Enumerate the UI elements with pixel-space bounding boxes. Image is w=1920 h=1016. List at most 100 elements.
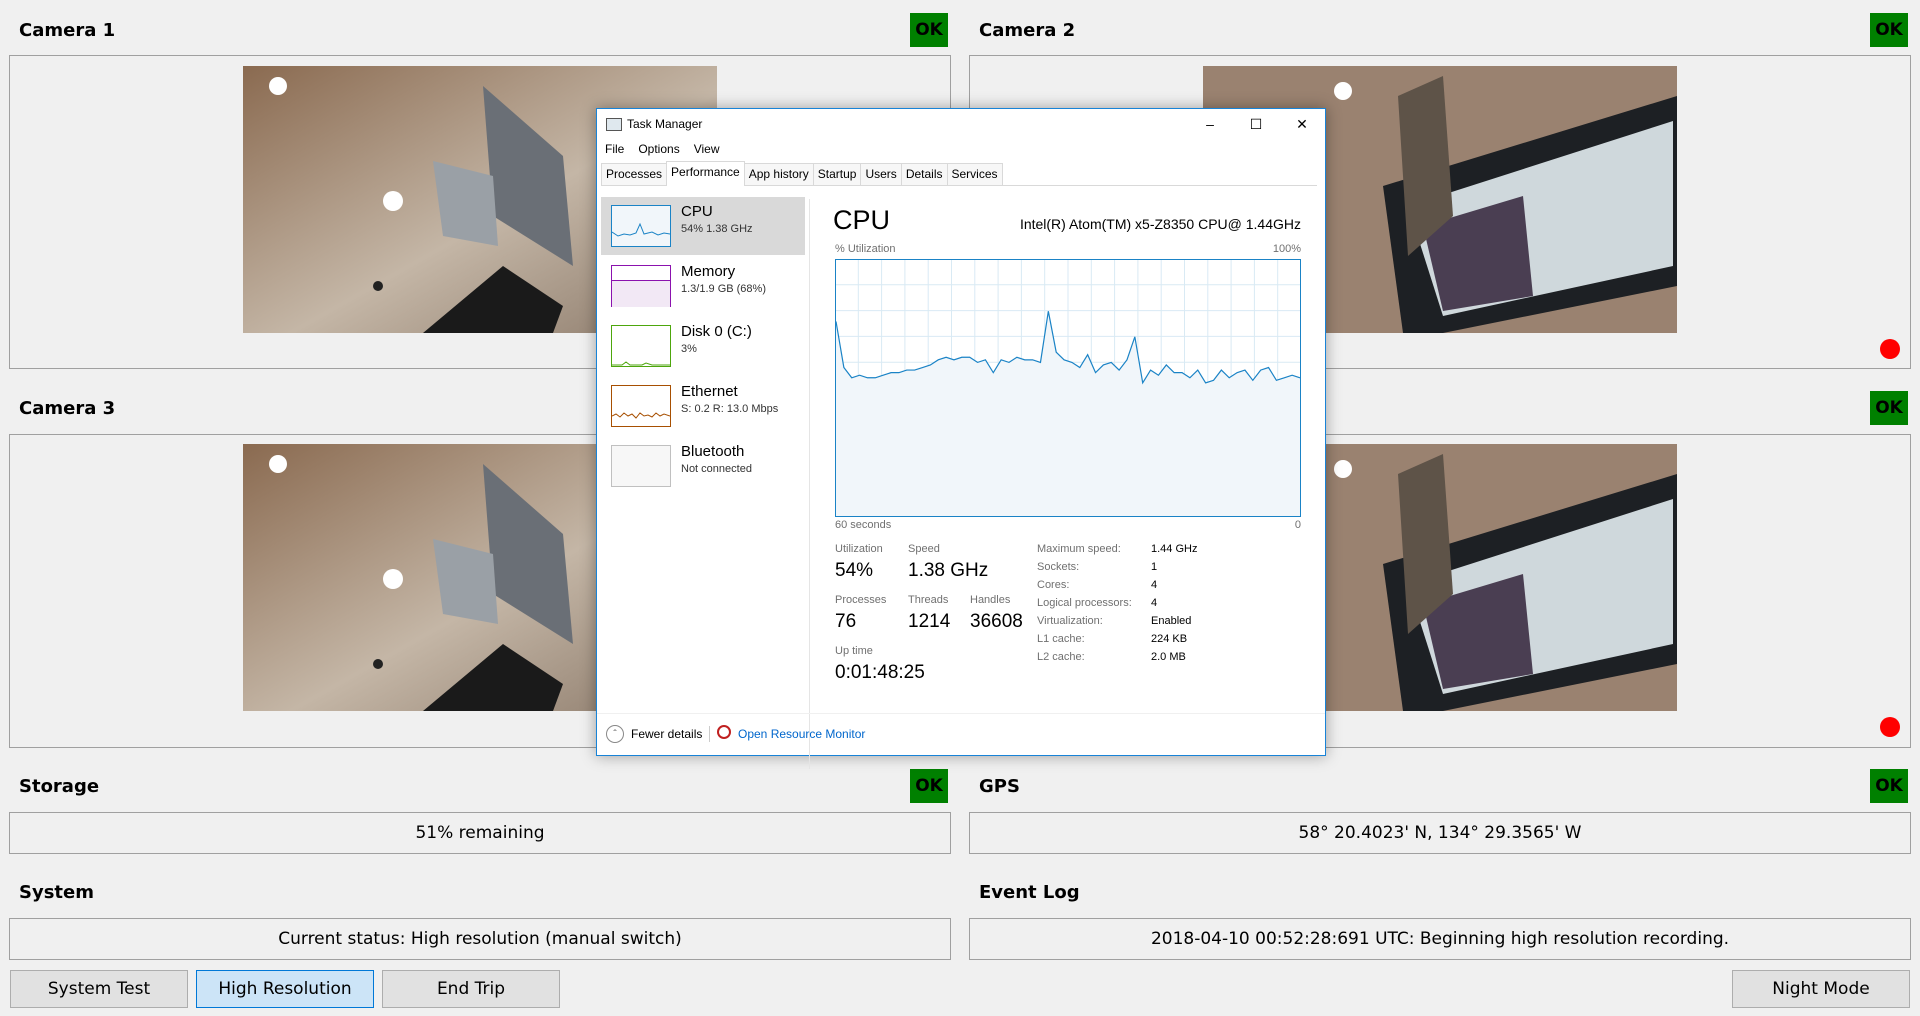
storage-title: Storage (19, 776, 100, 797)
open-resource-monitor-link[interactable]: Open Resource Monitor (738, 727, 865, 741)
sidebar-memory-label: Memory (681, 263, 736, 280)
sidebar-item-cpu[interactable]: CPU 54% 1.38 GHz (601, 197, 805, 255)
tab-startup[interactable]: Startup (812, 163, 862, 185)
event-log-value: 2018-04-10 00:52:28:691 UTC: Beginning h… (969, 918, 1911, 960)
chevron-up-icon[interactable]: ˆ (606, 725, 624, 743)
tab-app-history[interactable]: App history (743, 163, 814, 185)
spec-value: Enabled (1151, 615, 1192, 627)
close-icon[interactable]: ✕ (1279, 109, 1325, 139)
ethernet-thumbnail (611, 385, 671, 427)
spec-key: Cores: (1037, 579, 1070, 591)
sidebar-disk-sub: 3% (681, 343, 697, 355)
system-test-button[interactable]: System Test (10, 970, 188, 1008)
sidebar-item-ethernet[interactable]: Ethernet S: 0.2 R: 13.0 Mbps (601, 377, 805, 435)
tab-performance[interactable]: Performance (666, 161, 745, 186)
end-trip-button[interactable]: End Trip (382, 970, 560, 1008)
time-axis-zero-label: 0 (1294, 519, 1301, 531)
cpu-utilization-graph (835, 259, 1301, 517)
utilization-value: 54% (835, 560, 874, 581)
system-status-value: Current status: High resolution (manual … (9, 918, 951, 960)
sidebar-ethernet-label: Ethernet (681, 383, 738, 400)
storage-status-badge: OK (910, 769, 948, 803)
memory-thumbnail (611, 265, 671, 307)
bluetooth-thumbnail (611, 445, 671, 487)
spec-key: Maximum speed: (1037, 543, 1121, 555)
fewer-details-link[interactable]: Fewer details (631, 727, 702, 741)
camera-2-recording-indicator (1880, 339, 1900, 359)
task-manager-footer: ˆ Fewer details Open Resource Monitor (597, 713, 1325, 754)
camera-4-status-badge: OK (1870, 391, 1908, 425)
utilization-label: Utilization (835, 543, 883, 555)
spec-value: 4 (1151, 597, 1158, 609)
footer-separator (709, 726, 710, 742)
utilization-axis-label: % Utilization (835, 243, 896, 255)
tab-users[interactable]: Users (860, 163, 902, 185)
sidebar-ethernet-sub: S: 0.2 R: 13.0 Mbps (681, 403, 779, 415)
sidebar-memory-sub: 1.3/1.9 GB (68%) (681, 283, 766, 295)
handles-value: 36608 (970, 611, 1023, 632)
minimize-icon[interactable]: – (1187, 109, 1233, 139)
time-axis-label: 60 seconds (835, 519, 892, 531)
processes-label: Processes (835, 594, 887, 606)
threads-value: 1214 (908, 611, 951, 632)
threads-label: Threads (908, 594, 949, 606)
processes-value: 76 (835, 611, 857, 632)
panel-divider (809, 199, 810, 769)
tab-processes[interactable]: Processes (601, 163, 668, 185)
gps-value: 58° 20.4023' N, 134° 29.3565' W (969, 812, 1911, 854)
uptime-label: Up time (835, 645, 873, 657)
cpu-model: Intel(R) Atom(TM) x5-Z8350 CPU@ 1.44GHz (1019, 216, 1301, 232)
camera-2-status-badge: OK (1870, 13, 1908, 47)
sidebar-bluetooth-label: Bluetooth (681, 443, 745, 460)
storage-value: 51% remaining (9, 812, 951, 854)
spec-key: Sockets: (1037, 561, 1080, 573)
camera-3-title: Camera 3 (19, 398, 116, 419)
spec-value: 1 (1151, 561, 1158, 573)
spec-key: L1 cache: (1037, 633, 1085, 645)
sidebar-bluetooth-sub: Not connected (681, 463, 752, 475)
event-log-title: Event Log (979, 882, 1080, 903)
cpu-heading: CPU (833, 205, 891, 235)
spec-key: L2 cache: (1037, 651, 1085, 663)
high-resolution-button[interactable]: High Resolution (196, 970, 374, 1008)
task-manager-titlebar[interactable]: Task Manager – ☐ ✕ (597, 109, 1325, 139)
gps-status-badge: OK (1870, 769, 1908, 803)
task-manager-icon (606, 118, 622, 131)
sidebar-item-memory[interactable]: Memory 1.3/1.9 GB (68%) (601, 257, 805, 315)
sidebar-cpu-label: CPU (681, 203, 713, 220)
performance-sidebar: CPU 54% 1.38 GHz Memory 1.3/1.9 GB (68%)… (601, 197, 805, 697)
spec-key: Virtualization: (1037, 615, 1103, 627)
system-title: System (19, 882, 94, 903)
task-manager-tabs: Processes Performance App history Startu… (601, 161, 1317, 186)
spec-value: 224 KB (1151, 633, 1188, 645)
camera-4-recording-indicator (1880, 717, 1900, 737)
sidebar-item-disk[interactable]: Disk 0 (C:) 3% (601, 317, 805, 375)
menu-view[interactable]: View (694, 142, 720, 156)
night-mode-button[interactable]: Night Mode (1732, 970, 1910, 1008)
camera-1-status-badge: OK (910, 13, 948, 47)
tab-details[interactable]: Details (900, 163, 948, 185)
camera-1-title: Camera 1 (19, 20, 116, 41)
task-manager-title: Task Manager (627, 117, 703, 131)
spec-value: 2.0 MB (1151, 651, 1186, 663)
spec-value: 1.44 GHz (1151, 543, 1198, 555)
task-manager-menubar: File Options View (605, 142, 720, 156)
speed-value: 1.38 GHz (908, 560, 989, 581)
spec-key: Logical processors: (1037, 597, 1132, 609)
maximize-icon[interactable]: ☐ (1233, 109, 1279, 139)
camera-2-title: Camera 2 (979, 20, 1076, 41)
menu-options[interactable]: Options (638, 142, 679, 156)
uptime-value: 0:01:48:25 (835, 662, 925, 683)
utilization-max-label: 100% (1272, 243, 1301, 255)
speed-label: Speed (908, 543, 940, 555)
disk-thumbnail (611, 325, 671, 367)
sidebar-item-bluetooth[interactable]: Bluetooth Not connected (601, 437, 805, 495)
cpu-thumbnail (611, 205, 671, 247)
sidebar-cpu-sub: 54% 1.38 GHz (681, 223, 753, 235)
tab-services[interactable]: Services (946, 163, 1003, 185)
menu-file[interactable]: File (605, 142, 624, 156)
resource-monitor-icon (717, 725, 731, 739)
handles-label: Handles (970, 594, 1011, 606)
task-manager-window[interactable]: Task Manager – ☐ ✕ File Options View Pro… (596, 108, 1326, 769)
sidebar-disk-label: Disk 0 (C:) (681, 323, 752, 340)
